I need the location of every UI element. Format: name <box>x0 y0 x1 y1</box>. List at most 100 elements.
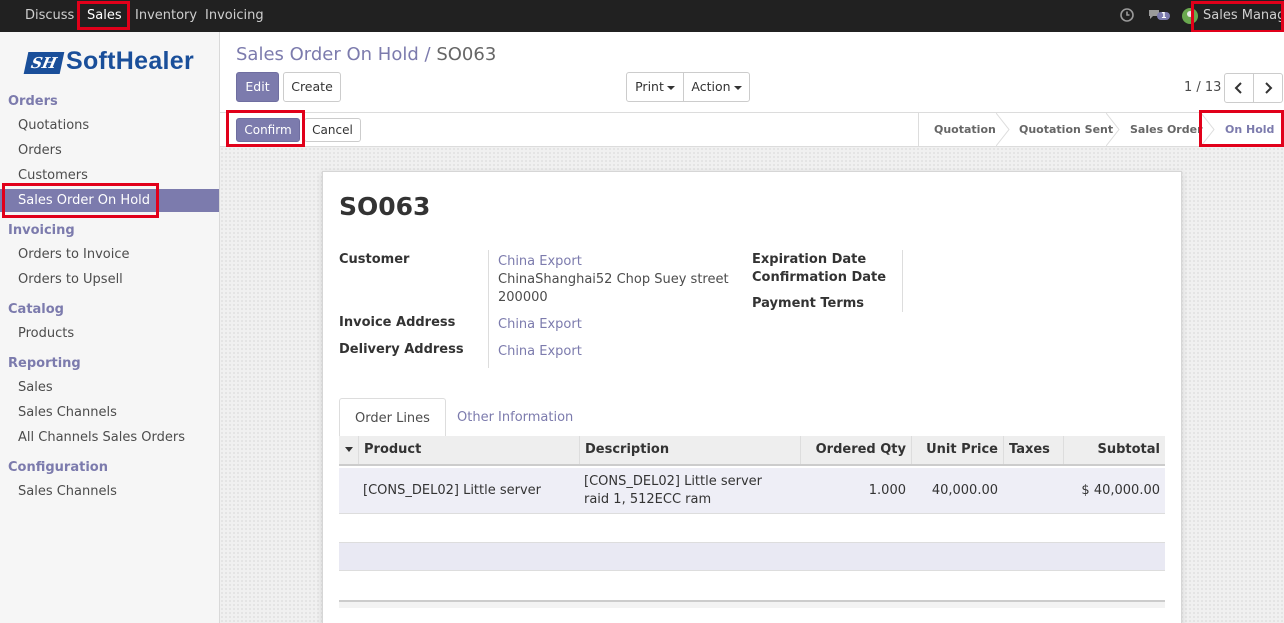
line-unit-price: 40,000.00 <box>931 483 998 498</box>
line-ordered-qty: 1.000 <box>868 483 906 498</box>
sidebar-item-orders-to-upsell[interactable]: Orders to Upsell <box>18 272 123 287</box>
chat-badge: 1 <box>1161 11 1167 20</box>
cancel-button[interactable]: Cancel <box>304 118 361 142</box>
sidebar-item-label: Sales Order On Hold <box>18 193 151 208</box>
sidebar-item-customers[interactable]: Customers <box>18 168 88 183</box>
section-orders: Orders <box>8 94 58 109</box>
print-caret-icon <box>666 85 675 90</box>
column-subtotal[interactable]: Subtotal <box>1097 436 1160 464</box>
form-sheet: SO063 Customer China Export ChinaShangha… <box>322 171 1182 623</box>
sidebar-item-config-sales-channels[interactable]: Sales Channels <box>18 484 117 499</box>
top-navbar: Discuss Sales Inventory Invoicing 1 Sale… <box>0 0 1284 32</box>
sidebar-item-all-channels-sales-orders[interactable]: All Channels Sales Orders <box>18 430 185 445</box>
breadcrumb-separator: / <box>424 44 431 65</box>
customer-address-line-2: 200000 <box>498 290 548 305</box>
sidebar-item-orders-to-invoice[interactable]: Orders to Invoice <box>18 247 130 262</box>
column-ordered-qty[interactable]: Ordered Qty <box>816 436 906 464</box>
avatar-head-icon <box>1187 11 1193 17</box>
section-reporting: Reporting <box>8 356 81 371</box>
sidebar-item-orders[interactable]: Orders <box>18 143 62 158</box>
chevron-right-icon <box>1265 82 1273 94</box>
column-separator <box>358 436 359 464</box>
action-caret-icon <box>733 85 742 90</box>
sidebar: SH SoftHealer Orders Quotations Orders C… <box>0 32 220 623</box>
activity-clock-icon[interactable] <box>1119 7 1135 23</box>
confirmation-date-label: Confirmation Date <box>752 270 887 285</box>
chat-icon[interactable]: 1 <box>1148 7 1172 23</box>
sidebar-item-sales[interactable]: Sales <box>18 380 53 395</box>
menu-inventory[interactable]: Inventory <box>135 0 197 32</box>
customer-address-line-1: ChinaShanghai52 Chop Suey street <box>498 272 729 287</box>
empty-row <box>339 542 1165 571</box>
customer-link[interactable]: China Export <box>498 254 582 269</box>
action-dropdown[interactable]: Action <box>683 72 750 102</box>
chevron-left-icon <box>1234 82 1242 94</box>
sidebar-item-sales-order-on-hold[interactable]: Sales Order On Hold <box>0 189 219 212</box>
delivery-address-label: Delivery Address <box>339 342 464 357</box>
print-dropdown[interactable]: Print <box>626 72 684 102</box>
column-taxes[interactable]: Taxes <box>1009 436 1050 464</box>
line-description-1: [CONS_DEL02] Little server <box>584 474 763 489</box>
stage-on-hold[interactable]: On Hold <box>1225 113 1274 146</box>
pager-value[interactable]: 1 / 13 <box>1184 80 1221 95</box>
field-divider <box>902 250 903 312</box>
column-separator <box>579 436 580 464</box>
column-separator <box>911 436 912 464</box>
column-unit-price[interactable]: Unit Price <box>926 436 998 464</box>
field-divider <box>488 250 489 368</box>
breadcrumb: Sales Order On Hold / SO063 <box>236 44 496 65</box>
section-catalog: Catalog <box>8 302 64 317</box>
confirm-button[interactable]: Confirm <box>236 118 300 142</box>
action-label: Action <box>691 79 731 94</box>
menu-sales[interactable]: Sales <box>87 0 122 32</box>
sidebar-item-quotations[interactable]: Quotations <box>18 118 89 133</box>
invoice-address-label: Invoice Address <box>339 315 456 330</box>
column-separator <box>1063 436 1064 464</box>
line-description-2: raid 1, 512ECC ram <box>584 492 712 507</box>
stage-quotation[interactable]: Quotation <box>934 113 996 146</box>
column-product[interactable]: Product <box>364 436 421 464</box>
pager-previous-button[interactable] <box>1224 73 1254 103</box>
user-menu[interactable]: Sales Manager <box>1203 0 1284 32</box>
notebook-tabs: Order Lines Other Information <box>339 398 1165 438</box>
line-subtotal: $ 40,000.00 <box>1081 483 1160 498</box>
stages-divider <box>918 113 919 146</box>
stage-chevron-icon <box>1201 113 1215 146</box>
pager-next-button[interactable] <box>1253 73 1283 103</box>
line-product: [CONS_DEL02] Little server <box>363 483 542 498</box>
section-configuration: Configuration <box>8 460 108 475</box>
logo-mark: SH <box>23 52 65 74</box>
payment-terms-label: Payment Terms <box>752 296 865 311</box>
print-label: Print <box>635 79 664 94</box>
sort-caret-down-icon[interactable] <box>344 446 354 454</box>
form-statusbar: Confirm Cancel Quotation Quotation Sent … <box>220 113 1284 147</box>
order-lines-header: Product Description Ordered Qty Unit Pri… <box>339 436 1165 466</box>
column-separator <box>1003 436 1004 464</box>
sidebar-item-products[interactable]: Products <box>18 326 74 341</box>
menu-discuss[interactable]: Discuss <box>25 0 74 32</box>
stage-chevron-icon <box>996 113 1010 146</box>
delivery-address-link[interactable]: China Export <box>498 344 582 359</box>
column-description[interactable]: Description <box>585 436 669 464</box>
edit-button[interactable]: Edit <box>236 72 279 102</box>
tab-order-lines[interactable]: Order Lines <box>339 398 446 438</box>
sidebar-item-sales-channels[interactable]: Sales Channels <box>18 405 117 420</box>
stage-quotation-sent[interactable]: Quotation Sent <box>1019 113 1113 146</box>
table-row[interactable]: [CONS_DEL02] Little server [CONS_DEL02] … <box>339 468 1165 514</box>
logo-text: SoftHealer <box>66 47 195 75</box>
order-name: SO063 <box>339 192 431 221</box>
section-invoicing: Invoicing <box>8 223 75 238</box>
user-avatar[interactable] <box>1182 8 1198 24</box>
create-button[interactable]: Create <box>283 72 341 102</box>
softhealer-logo: SH SoftHealer <box>23 47 196 80</box>
expiration-date-label: Expiration Date <box>752 252 867 267</box>
menu-invoicing[interactable]: Invoicing <box>205 0 264 32</box>
tab-other-information[interactable]: Other Information <box>457 398 573 438</box>
status-stages: Quotation Quotation Sent Sales Order On … <box>918 113 1284 146</box>
stage-sales-order[interactable]: Sales Order <box>1130 113 1203 146</box>
chat-bubbles-icon <box>1149 10 1170 20</box>
breadcrumb-parent[interactable]: Sales Order On Hold <box>236 44 419 65</box>
invoice-address-link[interactable]: China Export <box>498 317 582 332</box>
column-separator <box>800 436 801 464</box>
stage-chevron-icon <box>1106 113 1120 146</box>
